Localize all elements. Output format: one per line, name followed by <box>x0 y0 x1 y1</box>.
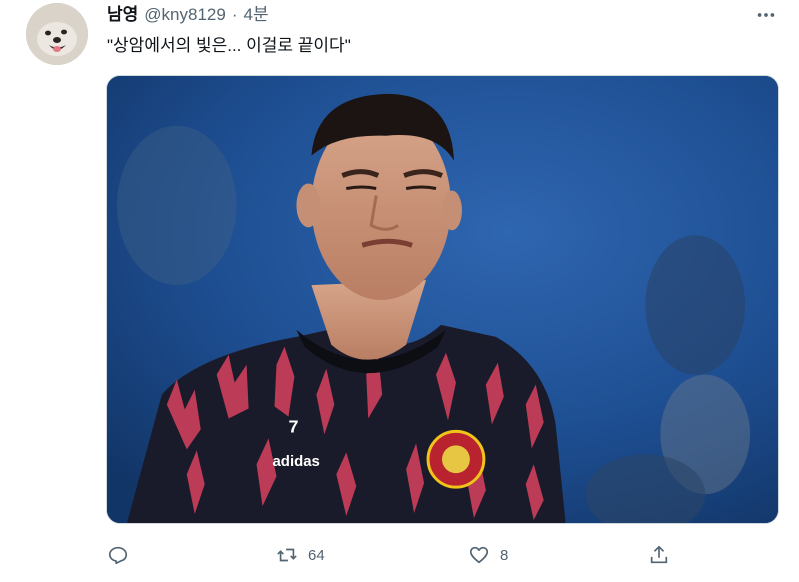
tweet-timestamp[interactable]: 4분 <box>243 4 268 26</box>
like-button[interactable]: 8 <box>468 540 508 570</box>
avatar-dog-image <box>26 3 88 65</box>
tweet-text: "상암에서의 빛은... 이걸로 끝이다" <box>107 36 351 55</box>
like-count: 8 <box>500 546 509 564</box>
more-horizontal-icon <box>757 13 775 17</box>
jersey-number: 7 <box>288 416 298 436</box>
author-handle[interactable]: @kny8129 <box>144 4 226 26</box>
retweet-icon <box>277 548 297 562</box>
avatar[interactable] <box>26 3 88 65</box>
reply-icon <box>108 546 128 565</box>
tweet-actions: 64 8 <box>0 540 799 570</box>
reply-button[interactable] <box>107 540 139 570</box>
heart-icon <box>469 546 489 564</box>
player-photo: 7 adidas <box>107 76 778 523</box>
separator-dot: · <box>231 5 238 24</box>
retweet-button[interactable]: 64 <box>276 540 325 570</box>
author-name[interactable]: 남영 <box>107 4 138 26</box>
sponsor-logo: adidas <box>273 453 320 470</box>
tweet-photo[interactable]: 7 adidas <box>106 75 779 524</box>
retweet-count: 64 <box>308 546 325 564</box>
share-icon <box>650 545 668 564</box>
more-options-button[interactable] <box>755 4 777 26</box>
share-button[interactable] <box>648 540 670 570</box>
tweet-card[interactable]: 남영 @kny8129 · 4분 "상암에서의 빛은... 이걸로 끝이다" 7… <box>0 0 799 582</box>
tweet-header: 남영 @kny8129 · 4분 <box>107 4 269 26</box>
